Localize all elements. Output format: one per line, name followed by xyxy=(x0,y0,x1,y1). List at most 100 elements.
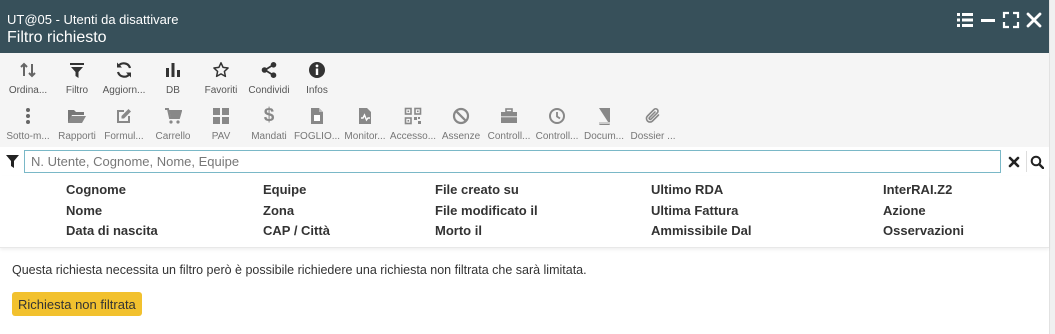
paperclip-icon xyxy=(644,104,662,128)
mandates-button[interactable]: $ Mandati xyxy=(246,99,292,147)
sheet-button[interactable]: FOGLIO... xyxy=(292,99,342,147)
absences-button[interactable]: Assenze xyxy=(440,99,482,147)
minimize-icon[interactable] xyxy=(979,11,997,29)
unfiltered-request-button[interactable]: Richiesta non filtrata xyxy=(12,292,142,316)
filter-input[interactable] xyxy=(24,150,1001,173)
list-view-icon[interactable] xyxy=(956,11,974,29)
folder-open-icon xyxy=(67,104,87,128)
toolbar-label: Condividi xyxy=(248,85,290,96)
column-group: Equipe Zona CAP / Città xyxy=(263,182,330,239)
column-header[interactable]: File modificato il xyxy=(435,203,538,219)
toolbar-label: Controll... xyxy=(487,131,531,142)
briefcase-icon xyxy=(500,104,518,128)
filter-funnel-icon[interactable] xyxy=(3,152,22,171)
column-header[interactable]: Cognome xyxy=(66,182,158,198)
controls-button-2[interactable]: Controll... xyxy=(533,99,581,147)
sort-button[interactable]: Ordina... xyxy=(4,53,52,99)
clear-filter-icon[interactable] xyxy=(1003,151,1024,172)
book-icon xyxy=(596,104,612,128)
reports-button[interactable]: Rapporti xyxy=(55,99,99,147)
info-icon xyxy=(308,58,326,82)
toolbar-label: Carrello xyxy=(155,131,191,142)
window-titlebar: UT@05 - Utenti da disattivare Filtro ric… xyxy=(0,0,1049,53)
sort-icon xyxy=(19,58,37,82)
clock-icon xyxy=(548,104,566,128)
monitor-button[interactable]: Monitor... xyxy=(341,99,389,147)
column-header[interactable]: Ultima Fattura xyxy=(651,203,751,219)
column-header[interactable]: CAP / Città xyxy=(263,223,330,239)
share-button[interactable]: Condividi xyxy=(245,53,293,99)
toolbar-label: Mandati xyxy=(251,131,287,142)
column-group: InterRAI.Z2 Azione Osservazioni xyxy=(883,182,964,239)
secondary-toolbar: Sotto-m... Rapporti Formul... Carrello P… xyxy=(0,99,1049,147)
column-header[interactable]: Data di nascita xyxy=(66,223,158,239)
favorites-button[interactable]: Favoriti xyxy=(199,53,243,99)
controls-button-1[interactable]: Controll... xyxy=(485,99,533,147)
window-subtitle: UT@05 - Utenti da disattivare xyxy=(7,12,179,27)
dossier-button[interactable]: Dossier ... xyxy=(628,99,678,147)
close-icon[interactable] xyxy=(1025,11,1043,29)
toolbar-label: Filtro xyxy=(65,85,89,96)
edit-icon xyxy=(115,104,133,128)
window-title: Filtro richiesto xyxy=(7,29,107,46)
filter-button[interactable]: Filtro xyxy=(60,53,94,99)
filter-required-notice: Questa richiesta necessita un filtro per… xyxy=(12,263,587,277)
toolbar-label: Assenze xyxy=(441,131,481,142)
column-header[interactable]: File creato su xyxy=(435,182,538,198)
column-group: Ultimo RDA Ultima Fattura Ammissibile Da… xyxy=(651,182,751,239)
toolbar-label: Accesso... xyxy=(389,131,437,142)
toolbar-label: FOGLIO... xyxy=(293,131,341,142)
ban-icon xyxy=(452,104,470,128)
column-header[interactable]: Ammissibile Dal xyxy=(651,223,751,239)
toolbar-label: Controll... xyxy=(535,131,579,142)
column-header[interactable]: Azione xyxy=(883,203,964,219)
refresh-icon xyxy=(115,58,133,82)
column-group: Cognome Nome Data di nascita xyxy=(66,182,158,239)
column-header[interactable]: Equipe xyxy=(263,182,330,198)
column-header[interactable]: Nome xyxy=(66,203,158,219)
toolbar-label: Formul... xyxy=(104,131,144,142)
column-header[interactable]: Zona xyxy=(263,203,330,219)
share-icon xyxy=(260,58,278,82)
qr-icon xyxy=(404,104,422,128)
toolbar-label: Aggiorn... xyxy=(102,85,146,96)
main-toolbar: Ordina... Filtro Aggiorn... DB Favoriti … xyxy=(0,53,1049,99)
cart-button[interactable]: Carrello xyxy=(152,99,194,147)
pav-button[interactable]: PAV xyxy=(204,99,238,147)
dollar-icon: $ xyxy=(263,105,275,126)
grid-icon xyxy=(212,104,230,128)
toolbar-label: Sotto-m... xyxy=(6,131,50,142)
toolbar-label: Dossier ... xyxy=(630,131,676,142)
refresh-button[interactable]: Aggiorn... xyxy=(100,53,148,99)
toolbar-label: Favoriti xyxy=(204,85,238,96)
bar-chart-icon xyxy=(164,58,182,82)
sheet-icon xyxy=(309,104,325,128)
column-header[interactable]: Osservazioni xyxy=(883,223,964,239)
scrollbar-edge[interactable] xyxy=(1049,0,1055,334)
fullscreen-icon[interactable] xyxy=(1002,11,1020,29)
toolbar-label: PAV xyxy=(211,131,231,142)
column-group: File creato su File modificato il Morto … xyxy=(435,182,538,239)
search-icon[interactable] xyxy=(1026,151,1047,172)
access-button[interactable]: Accesso... xyxy=(389,99,437,147)
column-headers: Cognome Nome Data di nascita Equipe Zona… xyxy=(0,176,1049,248)
toolbar-label: Rapporti xyxy=(58,131,96,142)
star-icon xyxy=(212,58,230,82)
toolbar-label: Monitor... xyxy=(344,131,386,142)
cart-icon xyxy=(164,104,182,128)
toolbar-label: Docum... xyxy=(583,131,624,142)
documents-button[interactable]: Docum... xyxy=(581,99,627,147)
column-header[interactable]: InterRAI.Z2 xyxy=(883,182,964,198)
vertical-dots-icon xyxy=(19,104,37,128)
forms-button[interactable]: Formul... xyxy=(101,99,147,147)
toolbar-label: DB xyxy=(166,85,180,96)
filter-icon xyxy=(69,58,85,82)
column-header[interactable]: Morto il xyxy=(435,223,538,239)
toolbar-label: Ordina... xyxy=(8,85,48,96)
db-button[interactable]: DB xyxy=(157,53,189,99)
infos-button[interactable]: Infos xyxy=(300,53,334,99)
column-header[interactable]: Ultimo RDA xyxy=(651,182,751,198)
filter-bar xyxy=(0,147,1049,176)
toolbar-label: Infos xyxy=(306,85,328,96)
submenu-button[interactable]: Sotto-m... xyxy=(4,99,52,147)
